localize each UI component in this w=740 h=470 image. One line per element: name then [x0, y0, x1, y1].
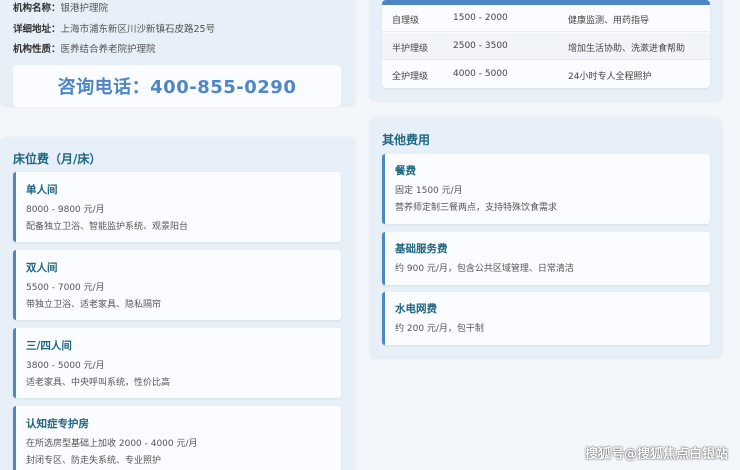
bed-card-desc: 配备独立卫浴、智能监护系统、观景阳台	[26, 222, 189, 232]
source-watermark: 搜狐号@搜狐焦点白银站	[584, 447, 728, 462]
bed-card-title: 单人间	[26, 184, 58, 196]
institution-address-line: 详细地址：上海市浦东新区川沙新镇石皮路25号	[13, 21, 215, 35]
bed-card-price: 5500 - 7000 元/月	[26, 283, 105, 293]
other-card-title: 餐费	[395, 165, 416, 177]
bed-card-desc: 适老家具、中央呼叫系统，性价比高	[26, 378, 171, 388]
other-fee-panel: 其他费用 餐费 固定 1500 元/月 营养师定制三餐两点，支持特殊饮食需求 基…	[370, 117, 722, 357]
consult-phone[interactable]: 咨询电话：400-855-0290	[13, 65, 341, 107]
bed-card-desc: 封闭专区、防走失系统、专业照护	[26, 456, 162, 466]
institution-nature-line: 机构性质：医养结合养老院护理院	[13, 41, 156, 55]
care-price-cell: 1500 - 2000	[453, 13, 508, 23]
other-card-desc: 营养师定制三餐两点，支持特殊饮食需求	[395, 203, 558, 213]
other-card-price: 约 200 元/月，包干制	[395, 324, 484, 334]
bed-fee-panel: 床位费（月/床） 单人间 8000 - 9800 元/月 配备独立卫浴、智能监护…	[0, 137, 355, 470]
other-fee-title: 其他费用	[382, 133, 431, 147]
bed-card-multi: 三/四人间 3800 - 5000 元/月 适老家具、中央呼叫系统，性价比高	[13, 328, 341, 398]
institution-info-panel: 机构名称：银港护理院 详细地址：上海市浦东新区川沙新镇石皮路25号 机构性质：医…	[0, 0, 355, 107]
bed-card-price: 在所选房型基础上加收 2000 - 4000 元/月	[26, 439, 198, 449]
bed-card-price: 3800 - 5000 元/月	[26, 361, 105, 371]
care-level-table: 自理级 1500 - 2000 健康监测、用药指导 半护理级 2500 - 35…	[382, 0, 710, 88]
care-desc-cell: 增加生活协助、洗漱进食帮助	[568, 44, 686, 54]
institution-name-line: 机构名称：银港护理院	[13, 0, 108, 14]
other-card-service: 基础服务费 约 900 元/月，包含公共区域管理、日常清洁	[382, 232, 710, 285]
bed-card-double: 双人间 5500 - 7000 元/月 带独立卫浴、适老家具、隐私隔帘	[13, 250, 341, 320]
bed-card-price: 8000 - 9800 元/月	[26, 205, 105, 215]
other-card-price: 固定 1500 元/月	[395, 186, 463, 196]
care-table-row: 自理级 1500 - 2000 健康监测、用药指导	[382, 5, 710, 32]
other-card-meal: 餐费 固定 1500 元/月 营养师定制三餐两点，支持特殊饮食需求	[382, 154, 710, 224]
care-desc-cell: 24小时专人全程照护	[568, 72, 652, 82]
bed-card-title: 认知症专护房	[26, 418, 89, 430]
bed-card-single: 单人间 8000 - 9800 元/月 配备独立卫浴、智能监护系统、观景阳台	[13, 172, 341, 242]
bed-fee-title: 床位费（月/床）	[13, 152, 102, 166]
care-table-row: 半护理级 2500 - 3500 增加生活协助、洗漱进食帮助	[382, 33, 710, 60]
institution-address-label: 详细地址：	[13, 24, 61, 35]
bed-card-title: 双人间	[26, 262, 58, 274]
care-level-cell: 半护理级	[392, 44, 429, 54]
institution-name-label: 机构名称：	[13, 3, 61, 14]
care-level-panel: 自理级 1500 - 2000 健康监测、用药指导 半护理级 2500 - 35…	[370, 0, 722, 100]
other-card-title: 水电网费	[395, 303, 437, 315]
bed-card-desc: 带独立卫浴、适老家具、隐私隔帘	[26, 300, 162, 310]
care-price-cell: 2500 - 3500	[453, 41, 508, 51]
bed-card-dementia: 认知症专护房 在所选房型基础上加收 2000 - 4000 元/月 封闭专区、防…	[13, 406, 341, 470]
institution-nature-value: 医养结合养老院护理院	[60, 44, 156, 55]
other-card-price: 约 900 元/月，包含公共区域管理、日常清洁	[395, 264, 574, 274]
other-card-utility: 水电网费 约 200 元/月，包干制	[382, 292, 710, 345]
care-price-cell: 4000 - 5000	[453, 69, 508, 79]
other-card-title: 基础服务费	[395, 243, 448, 255]
care-level-cell: 全护理级	[392, 72, 429, 82]
institution-name-value: 银港护理院	[60, 3, 109, 14]
care-level-cell: 自理级	[392, 16, 420, 26]
care-desc-cell: 健康监测、用药指导	[568, 16, 650, 26]
care-table-row: 全护理级 4000 - 5000 24小时专人全程照护	[382, 61, 710, 88]
institution-address-value: 上海市浦东新区川沙新镇石皮路25号	[60, 24, 216, 35]
institution-nature-label: 机构性质：	[13, 44, 61, 55]
bed-card-title: 三/四人间	[26, 340, 72, 352]
